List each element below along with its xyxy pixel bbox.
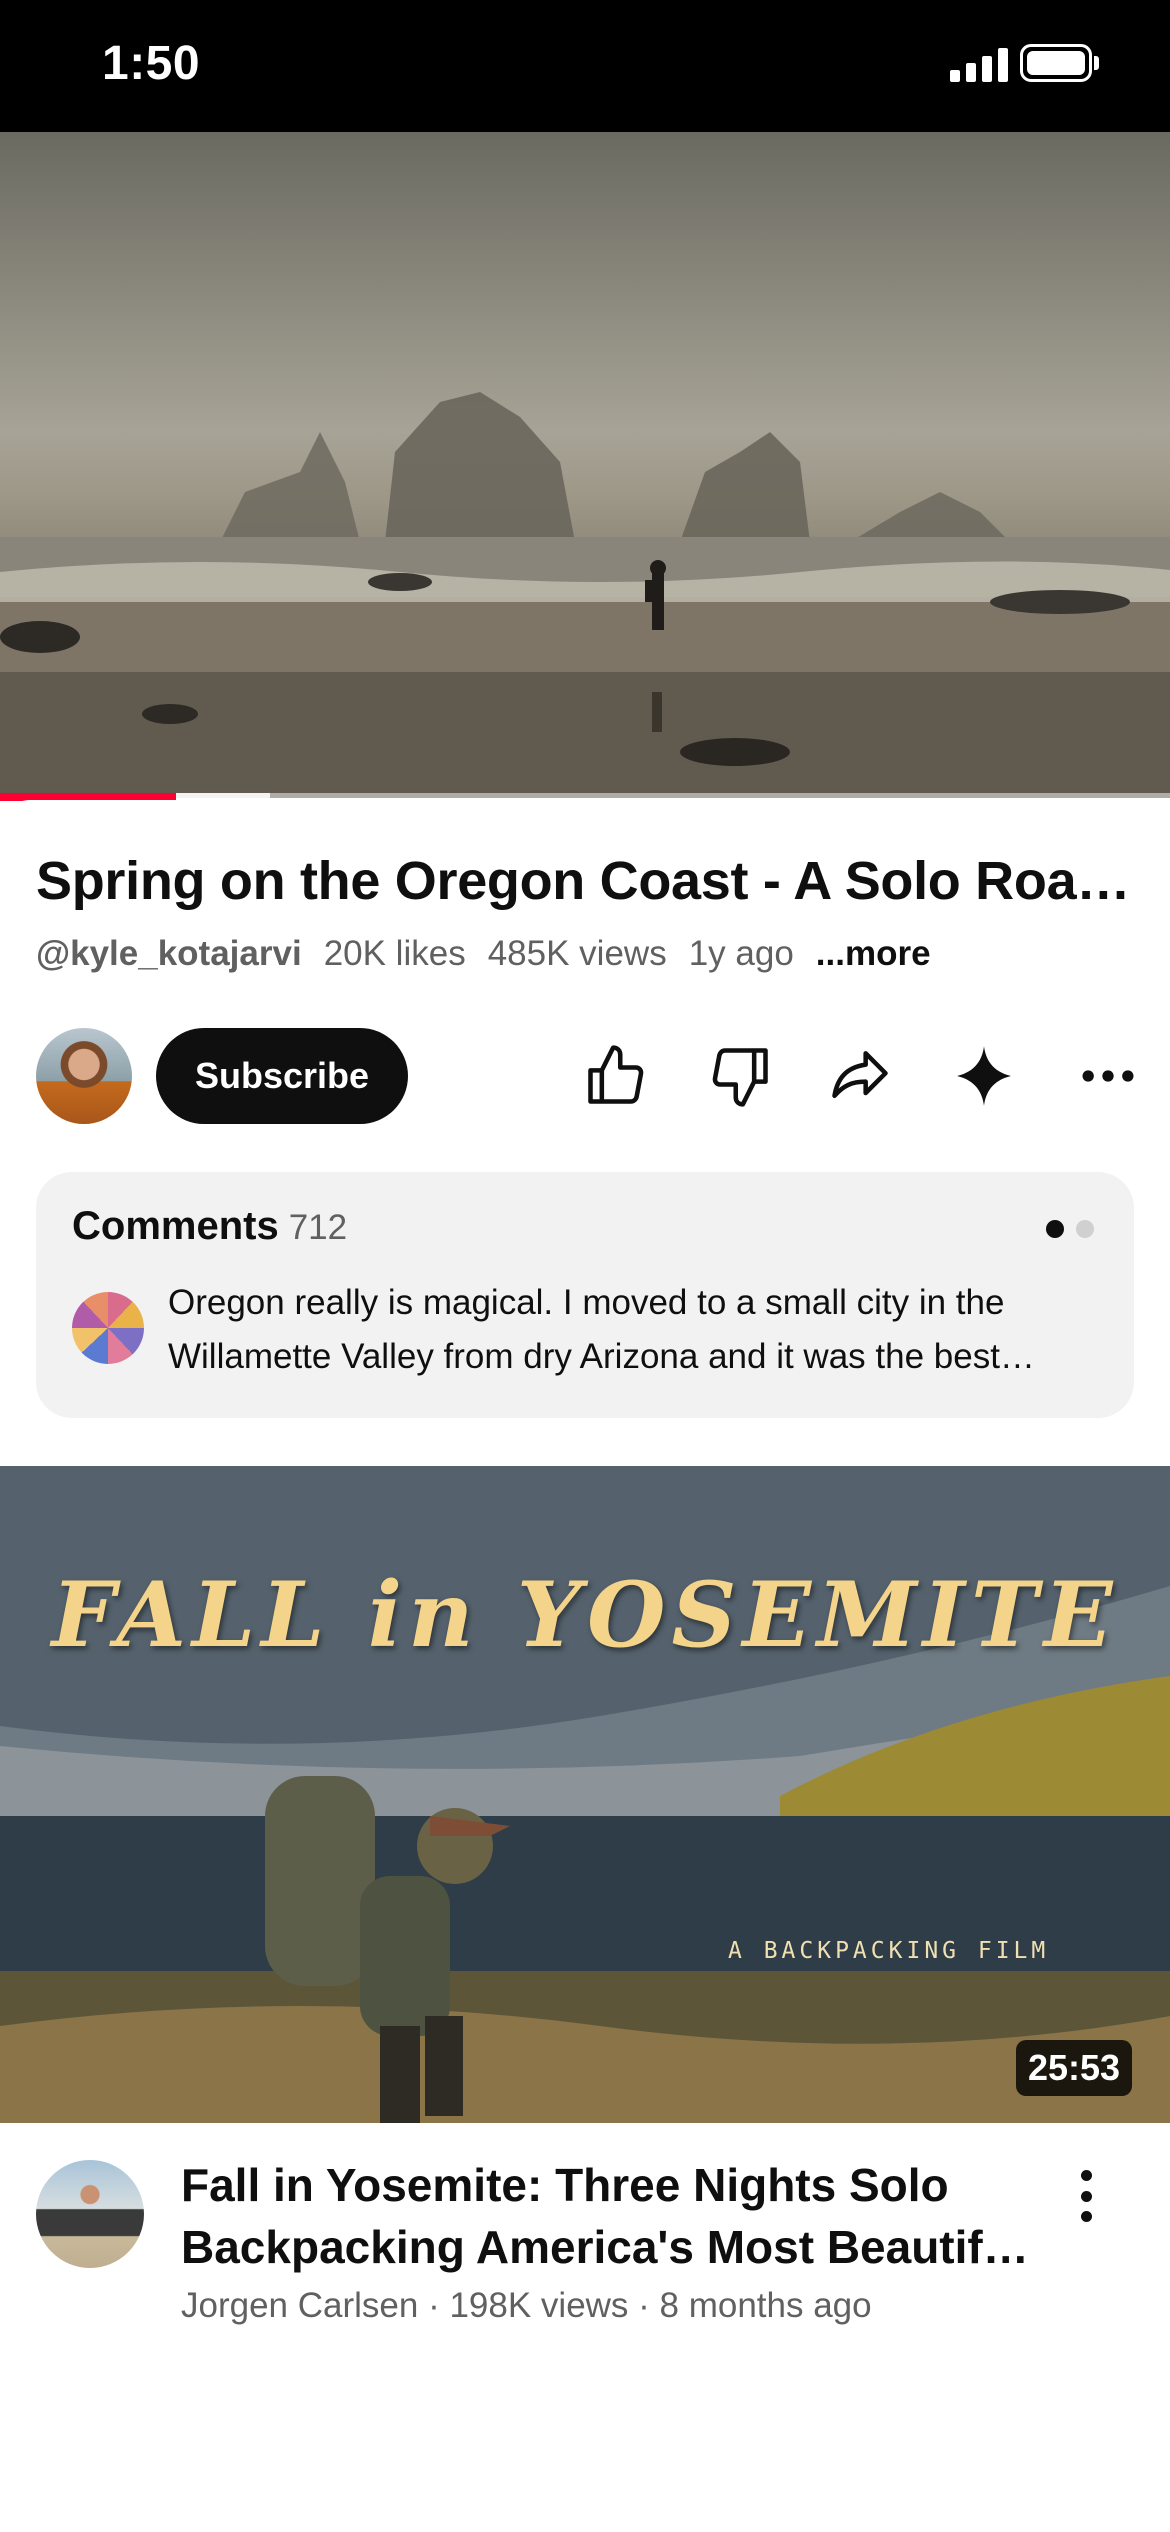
more-vertical-icon[interactable] xyxy=(1066,2164,1106,2228)
video-info-sheet: Spring on the Oregon Coast - A Solo Road… xyxy=(0,800,1170,1460)
top-comment-text: Oregon really is magical. I moved to a s… xyxy=(168,1283,1005,1376)
kebab-dot xyxy=(1080,2170,1092,2181)
pager-dot xyxy=(1076,1220,1094,1238)
comments-pager-dots xyxy=(1046,1220,1094,1238)
video-frame xyxy=(0,132,1170,798)
more-horizontal-icon[interactable] xyxy=(1072,1040,1144,1112)
battery-tip xyxy=(1094,56,1099,70)
thumbs-up-icon[interactable] xyxy=(580,1040,652,1112)
duration-badge: 25:53 xyxy=(1016,2040,1133,2096)
status-time: 1:50 xyxy=(102,37,201,90)
channel-handle[interactable]: @kyle_kotajarvi xyxy=(36,934,302,973)
next-video-title[interactable]: Fall in Yosemite: Three Nights Solo Back… xyxy=(181,2154,1041,2278)
view-count: 485K views xyxy=(487,934,667,973)
video-meta-row[interactable]: @kyle_kotajarvi 20K likes 485K views 1y ago… xyxy=(36,934,953,974)
hiker-figure xyxy=(265,1776,510,2123)
comments-title: Comments xyxy=(72,1204,279,1248)
comments-header: Comments 712 xyxy=(72,1204,347,1249)
comments-count: 712 xyxy=(288,1208,348,1247)
next-video-meta: Jorgen Carlsen · 198K views · 8 months a… xyxy=(181,2286,872,2325)
upload-age: 1y ago xyxy=(688,934,794,973)
thumbnail-subtitle-text: A BACKPACKING FILM xyxy=(728,1938,1050,1964)
kebab-dot xyxy=(1080,2190,1092,2202)
commenter-avatar xyxy=(72,1292,144,1364)
share-icon[interactable] xyxy=(824,1040,896,1112)
next-video-thumbnail[interactable]: FALL in YOSEMITE A BACKPACKING FILM 25:5… xyxy=(0,1466,1170,2123)
more-button[interactable]: ...more xyxy=(816,934,931,973)
thumbnail-title-text: FALL in YOSEMITE xyxy=(51,1562,1119,1668)
next-video-channel-avatar[interactable] xyxy=(36,2160,144,2268)
battery-icon xyxy=(1020,44,1092,82)
video-title[interactable]: Spring on the Oregon Coast - A Solo Road… xyxy=(36,850,1136,912)
subscribe-button[interactable]: Subscribe xyxy=(156,1028,408,1124)
pager-dot-active xyxy=(1046,1220,1064,1238)
video-player[interactable] xyxy=(0,132,1170,798)
sparkle-icon[interactable] xyxy=(948,1040,1020,1112)
status-bar: 1:50 xyxy=(0,0,1170,132)
like-count: 20K likes xyxy=(323,934,466,973)
kebab-dot xyxy=(1080,2211,1092,2222)
cellular-signal-icon xyxy=(950,48,1008,82)
comments-card[interactable]: Comments 712 Oregon really is magical. I … xyxy=(36,1172,1134,1418)
channel-avatar[interactable] xyxy=(36,1028,132,1124)
thumbs-down-icon[interactable] xyxy=(704,1040,776,1112)
